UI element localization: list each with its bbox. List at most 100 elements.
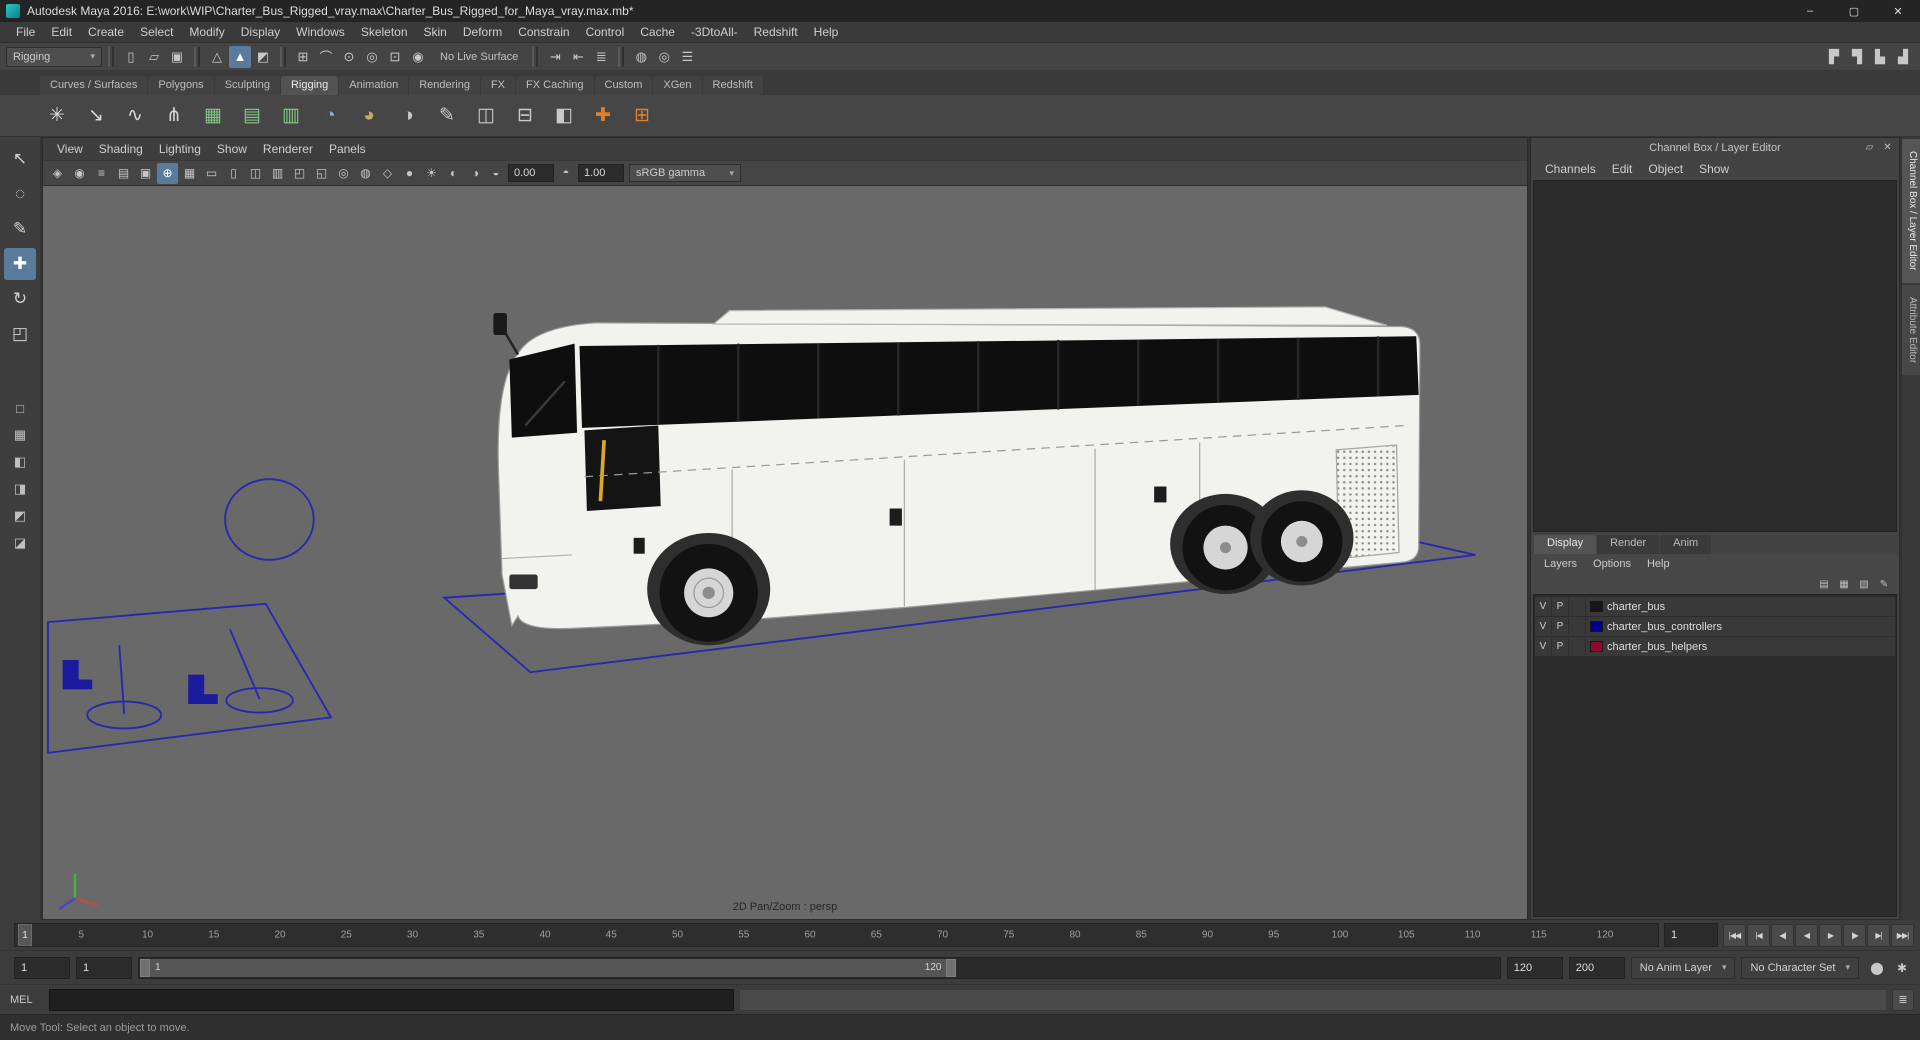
group-collapse-handle[interactable] bbox=[194, 46, 200, 67]
ik-handle-icon[interactable]: ↘ bbox=[79, 99, 113, 133]
sidebar-vertical-tab[interactable]: Attribute Editor bbox=[1902, 284, 1920, 375]
range-slider[interactable]: 1 120 bbox=[138, 956, 1501, 979]
layout-two-pane-side-button[interactable]: ◨ bbox=[5, 477, 35, 501]
group-collapse-handle[interactable] bbox=[618, 46, 625, 67]
shelf-tab[interactable]: Polygons bbox=[148, 76, 214, 95]
animation-preferences-button[interactable]: ✱ bbox=[1890, 956, 1914, 980]
save-scene-icon[interactable]: ▣ bbox=[166, 46, 188, 68]
rigid-bind-icon[interactable]: ◑ bbox=[391, 99, 425, 133]
timeline-ticks[interactable]: 1 5 10 15 20 25 30 35 40 45 50 55 60 65 70 75 80 85 90 95 1… bbox=[14, 923, 1659, 947]
play-forwards-button[interactable]: ▶ bbox=[1819, 923, 1842, 947]
character-set-dropdown[interactable]: No Character Set ▾ bbox=[1741, 956, 1859, 979]
layer-visibility-toggle[interactable]: V bbox=[1535, 618, 1552, 635]
viewport-menu-item[interactable]: Panels bbox=[321, 140, 374, 158]
close-panel-icon[interactable]: ✕ bbox=[1879, 139, 1896, 156]
viewport-menu-item[interactable]: Renderer bbox=[255, 140, 321, 158]
step-back-key-button[interactable]: ◀| bbox=[1771, 923, 1794, 947]
step-back-frame-button[interactable]: |◀ bbox=[1747, 923, 1770, 947]
modeling-toolkit-icon[interactable]: ▛ bbox=[1823, 46, 1845, 68]
layer-row[interactable]: V P charter_bus_helpers bbox=[1535, 637, 1895, 656]
channel-box-toggle-icon[interactable]: ▟ bbox=[1892, 46, 1914, 68]
select-by-component-icon[interactable]: ◩ bbox=[252, 46, 274, 68]
viewport-menu-item[interactable]: Show bbox=[209, 140, 255, 158]
step-forward-frame-button[interactable]: ▶| bbox=[1867, 923, 1890, 947]
shelf-tab[interactable]: Animation bbox=[339, 76, 409, 95]
film-gate-icon[interactable]: ▭ bbox=[201, 163, 222, 184]
grid-icon[interactable]: ▦ bbox=[179, 163, 200, 184]
animation-start-field[interactable]: 1 bbox=[14, 956, 70, 979]
layer-visibility-toggle[interactable]: V bbox=[1535, 598, 1552, 615]
channel-box-menu-item[interactable]: Show bbox=[1693, 160, 1735, 178]
ik-spline-handle-icon[interactable]: ∿ bbox=[118, 99, 152, 133]
menu-item[interactable]: Select bbox=[132, 23, 181, 41]
color-profile-dropdown[interactable]: sRGB gamma ▾ bbox=[629, 164, 741, 182]
paint-skin-weights-icon[interactable]: ✎ bbox=[430, 99, 464, 133]
menu-item[interactable]: Modify bbox=[181, 23, 232, 41]
hik-skeleton-icon[interactable]: ▥ bbox=[274, 99, 308, 133]
layer-color-swatch[interactable] bbox=[1590, 601, 1603, 612]
layer-display-type-toggle[interactable] bbox=[1569, 618, 1586, 635]
range-start-handle[interactable] bbox=[140, 958, 150, 977]
screen-space-ao-icon[interactable]: ◑ bbox=[465, 163, 486, 184]
create-joint-icon[interactable]: ✳ bbox=[40, 99, 74, 133]
input-connections-icon[interactable]: ⇥ bbox=[544, 46, 566, 68]
channel-box-menu-item[interactable]: Channels bbox=[1539, 160, 1602, 178]
menu-item[interactable]: Constrain bbox=[510, 23, 577, 41]
create-layer-from-selected-icon[interactable]: ▧ bbox=[1855, 576, 1873, 592]
channel-box-menu-item[interactable]: Edit bbox=[1606, 160, 1639, 178]
auto-keyframe-button[interactable]: ⬤ bbox=[1865, 956, 1889, 980]
helper-seat-icons[interactable] bbox=[62, 660, 218, 704]
snap-to-curves-icon[interactable]: ⌒ bbox=[315, 46, 337, 68]
lock-camera-icon[interactable]: ◉ bbox=[69, 163, 90, 184]
menu-item[interactable]: File bbox=[8, 23, 43, 41]
lasso-select-tool-button[interactable]: ◌ bbox=[4, 178, 36, 210]
layer-row[interactable]: V P charter_bus_controllers bbox=[1535, 617, 1895, 636]
layer-editor-menu-item[interactable]: Options bbox=[1586, 557, 1638, 571]
select-tool-button[interactable]: ↖ bbox=[4, 143, 36, 175]
play-backwards-button[interactable]: ◀ bbox=[1795, 923, 1818, 947]
layer-color-swatch[interactable] bbox=[1590, 621, 1603, 632]
copy-skin-weights-icon[interactable]: ⊟ bbox=[508, 99, 542, 133]
sidebar-vertical-tab[interactable]: Channel Box / Layer Editor bbox=[1902, 139, 1920, 283]
exposure-icon[interactable]: ◒ bbox=[487, 167, 505, 179]
new-scene-icon[interactable]: ▯ bbox=[120, 46, 142, 68]
snap-to-grids-icon[interactable]: ⊞ bbox=[292, 46, 314, 68]
select-camera-icon[interactable]: ◈ bbox=[47, 163, 68, 184]
menu-item[interactable]: Skeleton bbox=[353, 23, 416, 41]
maximize-button[interactable]: ▢ bbox=[1832, 0, 1876, 22]
command-line-input[interactable] bbox=[49, 988, 735, 1011]
layout-hypershade-persp-button[interactable]: ◪ bbox=[5, 531, 35, 555]
shadows-icon[interactable]: ◐ bbox=[443, 163, 464, 184]
go-to-start-button[interactable]: |◀◀ bbox=[1723, 923, 1746, 947]
anim-layer-dropdown[interactable]: No Anim Layer ▾ bbox=[1630, 956, 1736, 979]
menu-item[interactable]: Deform bbox=[455, 23, 510, 41]
minimize-button[interactable]: – bbox=[1788, 0, 1832, 22]
channel-box-menu-item[interactable]: Object bbox=[1642, 160, 1689, 178]
layer-row[interactable]: V P charter_bus bbox=[1535, 597, 1895, 616]
menu-item[interactable]: Display bbox=[233, 23, 288, 41]
layout-single-pane-button[interactable]: □ bbox=[5, 396, 35, 420]
default-material-icon[interactable]: ● bbox=[399, 163, 420, 184]
snap-to-projected-center-icon[interactable]: ◎ bbox=[361, 46, 383, 68]
open-scene-icon[interactable]: ▱ bbox=[143, 46, 165, 68]
shelf-tab[interactable]: FX Caching bbox=[516, 76, 594, 95]
shelf-tab[interactable]: FX bbox=[480, 76, 516, 95]
tool-settings-toggle-icon[interactable]: ▙ bbox=[1869, 46, 1891, 68]
create-control-circle-icon[interactable]: ◔ bbox=[313, 99, 347, 133]
render-settings-icon[interactable]: ☰ bbox=[676, 46, 698, 68]
controller-circle[interactable] bbox=[224, 478, 315, 561]
shelf-tab[interactable]: Sculpting bbox=[214, 76, 280, 95]
menu-item[interactable]: -3DtoAll- bbox=[683, 23, 746, 41]
group-collapse-handle[interactable] bbox=[280, 46, 286, 67]
menu-item[interactable]: Help bbox=[806, 23, 847, 41]
snap-to-points-icon[interactable]: ⊙ bbox=[338, 46, 360, 68]
menu-item[interactable]: Skin bbox=[416, 23, 455, 41]
layer-editor-tab[interactable]: Anim bbox=[1660, 535, 1712, 554]
layer-editor-menu-item[interactable]: Help bbox=[1640, 557, 1677, 571]
shelf-tab[interactable]: Curves / Surfaces bbox=[40, 76, 148, 95]
scale-tool-button[interactable]: ◰ bbox=[4, 318, 36, 350]
layer-playback-toggle[interactable]: P bbox=[1552, 618, 1569, 635]
close-button[interactable]: ✕ bbox=[1876, 0, 1920, 22]
shelf-tab[interactable]: Rigging bbox=[280, 76, 339, 95]
shelf-tab[interactable]: Redshift bbox=[702, 76, 763, 95]
